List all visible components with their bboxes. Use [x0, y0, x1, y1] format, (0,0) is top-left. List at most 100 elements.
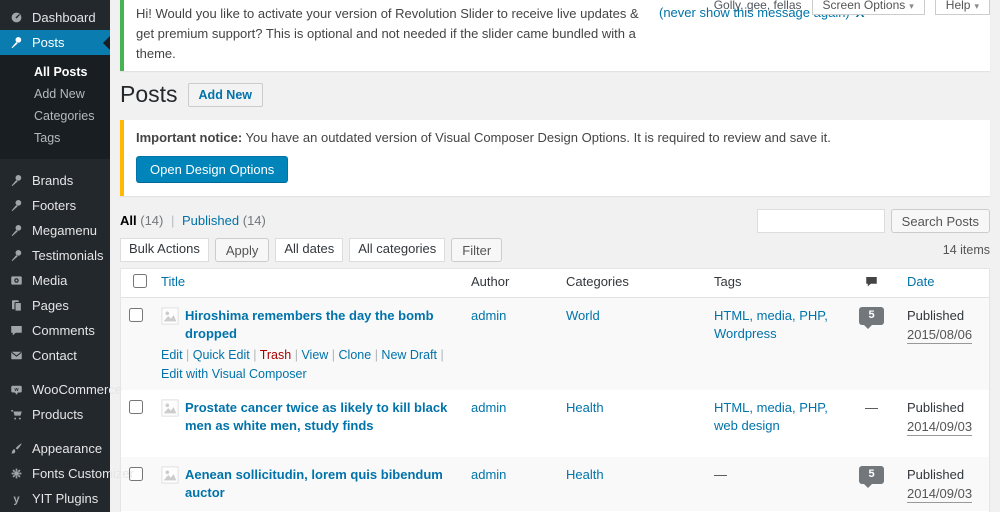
- sidebar-item-label: Megamenu: [32, 223, 97, 238]
- comment-dash: —: [865, 399, 878, 417]
- sidebar-item-footers[interactable]: Footers: [0, 193, 110, 218]
- category-link[interactable]: World: [566, 308, 600, 323]
- notice-body: You have an outdated version of Visual C…: [242, 130, 831, 145]
- list-controls: Bulk Actions Apply All dates All categor…: [120, 238, 502, 262]
- action-view[interactable]: View: [295, 348, 329, 362]
- category-cell: Health: [558, 457, 706, 490]
- filter-button[interactable]: Filter: [451, 238, 502, 262]
- sidebar-item-label: Media: [32, 273, 67, 288]
- author-cell: admin: [463, 390, 558, 423]
- category-link[interactable]: Health: [566, 467, 604, 482]
- row-checkbox[interactable]: [129, 308, 143, 322]
- screen-meta: Golly, gee, fellas Screen Options▾ Help▾: [714, 0, 990, 15]
- notice-bold-label: Important notice:: [136, 130, 242, 145]
- envelope-icon: [9, 348, 24, 363]
- post-title-link[interactable]: Aenean sollicitudin, lorem quis bibendum…: [185, 466, 455, 502]
- sidebar-item-brands[interactable]: Brands: [0, 168, 110, 193]
- sidebar-item-label: Dashboard: [32, 10, 96, 25]
- view-published-link[interactable]: Published: [182, 213, 239, 228]
- sidebar-item-label: Contact: [32, 348, 77, 363]
- chevron-down-icon: ▾: [974, 1, 979, 11]
- column-header-tags: Tags: [706, 269, 844, 297]
- author-link[interactable]: admin: [471, 467, 506, 482]
- submenu-item-tags[interactable]: Tags: [0, 127, 110, 149]
- notice-text: Important notice: You have an outdated v…: [136, 130, 978, 145]
- column-header-date[interactable]: Date: [899, 269, 989, 297]
- sidebar-item-dashboard[interactable]: Dashboard: [0, 5, 110, 30]
- categories-filter-select[interactable]: All categories: [349, 238, 445, 262]
- sidebar-item-megamenu[interactable]: Megamenu: [0, 218, 110, 243]
- sidebar-item-fonts-customizer[interactable]: Fonts Customizer: [0, 461, 110, 486]
- category-link[interactable]: Health: [566, 400, 604, 415]
- author-link[interactable]: admin: [471, 308, 506, 323]
- sidebar-item-appearance[interactable]: Appearance: [0, 436, 110, 461]
- action-trash[interactable]: Trash: [253, 348, 291, 362]
- search-box: Search Posts: [757, 209, 990, 233]
- submenu-item-categories[interactable]: Categories: [0, 105, 110, 127]
- row-actions: Edit Quick Edit Trash View Clone New Dra…: [161, 346, 455, 384]
- apply-button[interactable]: Apply: [215, 238, 270, 262]
- pin-icon: [9, 198, 24, 213]
- screen-options-label: Screen Options: [823, 0, 906, 12]
- view-published-count: (14): [243, 213, 266, 228]
- sidebar-item-pages[interactable]: Pages: [0, 293, 110, 318]
- sidebar-item-yit-plugins[interactable]: y YIT Plugins: [0, 486, 110, 511]
- sidebar-item-label: Testimonials: [32, 248, 104, 263]
- comments-cell: —: [844, 390, 899, 423]
- sidebar-item-media[interactable]: Media: [0, 268, 110, 293]
- add-new-button[interactable]: Add New: [188, 83, 263, 107]
- row-checkbox[interactable]: [129, 400, 143, 414]
- sidebar-item-posts[interactable]: Posts: [0, 30, 110, 55]
- views-and-search-row: All (14) | Published (14) Search Posts: [120, 209, 990, 233]
- submenu-item-all-posts[interactable]: All Posts: [0, 61, 110, 83]
- content-area: Golly, gee, fellas Screen Options▾ Help▾…: [110, 0, 1000, 512]
- pin-icon: [9, 248, 24, 263]
- table-row: Aenean sollicitudin, lorem quis bibendum…: [121, 457, 989, 511]
- sidebar-item-label: Pages: [32, 298, 69, 313]
- post-title-link[interactable]: Hiroshima remembers the day the bomb dro…: [185, 307, 455, 343]
- tags-links[interactable]: HTML, media, PHP, web design: [714, 400, 828, 433]
- sidebar-item-woocommerce[interactable]: w WooCommerce: [0, 377, 110, 402]
- view-all-link[interactable]: All: [120, 213, 137, 228]
- table-header-row: Title Author Categories Tags Date: [121, 269, 989, 298]
- column-header-title[interactable]: Title: [153, 269, 463, 297]
- sidebar-item-testimonials[interactable]: Testimonials: [0, 243, 110, 268]
- column-header-comments: [844, 269, 899, 297]
- comment-count-bubble[interactable]: 5: [859, 466, 884, 484]
- sidebar-item-contact[interactable]: Contact: [0, 343, 110, 368]
- column-header-categories: Categories: [558, 269, 706, 297]
- notice-message: Hi! Would you like to activate your vers…: [136, 4, 651, 64]
- submenu-item-add-new[interactable]: Add New: [0, 83, 110, 105]
- pin-icon: [9, 35, 24, 50]
- posts-submenu: All Posts Add New Categories Tags: [0, 55, 110, 159]
- dates-filter-select[interactable]: All dates: [275, 238, 343, 262]
- comment-count-bubble[interactable]: 5: [859, 307, 884, 325]
- author-link[interactable]: admin: [471, 400, 506, 415]
- sidebar-item-label: WooCommerce: [32, 382, 122, 397]
- screen-options-button[interactable]: Screen Options▾: [812, 0, 925, 15]
- action-clone[interactable]: Clone: [332, 348, 371, 362]
- action-new-draft[interactable]: New Draft: [375, 348, 437, 362]
- post-date: 2014/09/03: [907, 486, 972, 503]
- help-button[interactable]: Help▾: [935, 0, 990, 15]
- sidebar-item-products[interactable]: Products: [0, 402, 110, 427]
- tags-links[interactable]: HTML, media, PHP, Wordpress: [714, 308, 828, 341]
- table-row: Hiroshima remembers the day the bomb dro…: [121, 298, 989, 390]
- bulk-actions-select[interactable]: Bulk Actions: [120, 238, 209, 262]
- column-header-author: Author: [463, 269, 558, 297]
- post-date: 2015/08/06: [907, 327, 972, 344]
- comments-cell: 5: [844, 298, 899, 331]
- post-thumbnail-icon: [161, 399, 179, 417]
- select-all-checkbox[interactable]: [133, 274, 147, 288]
- search-posts-button[interactable]: Search Posts: [891, 209, 990, 233]
- action-edit[interactable]: Edit: [161, 348, 183, 362]
- sidebar-item-comments[interactable]: Comments: [0, 318, 110, 343]
- open-design-options-button[interactable]: Open Design Options: [136, 156, 288, 183]
- post-thumbnail-icon: [161, 466, 179, 484]
- action-quick-edit[interactable]: Quick Edit: [186, 348, 250, 362]
- post-title-link[interactable]: Prostate cancer twice as likely to kill …: [185, 399, 455, 435]
- tags-dash: —: [714, 467, 727, 482]
- search-input[interactable]: [757, 209, 885, 233]
- view-filters: All (14) | Published (14): [120, 209, 266, 228]
- table-row: Prostate cancer twice as likely to kill …: [121, 390, 989, 457]
